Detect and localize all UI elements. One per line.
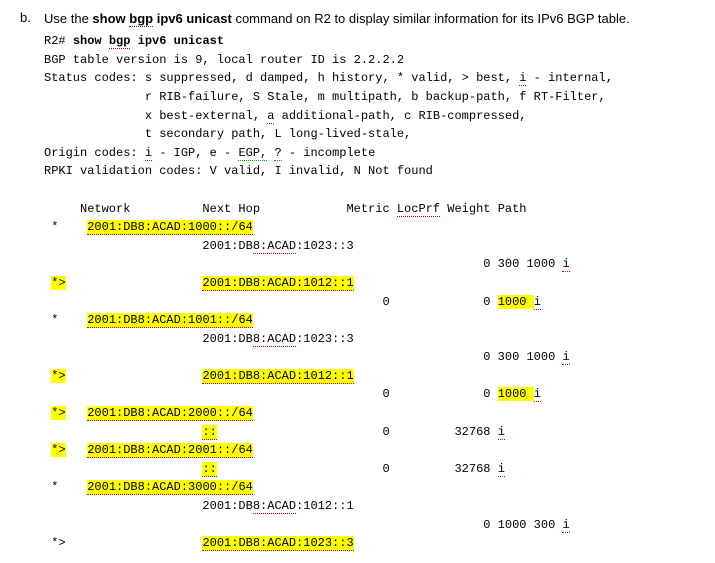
out-line: Status codes: s suppressed, d damped, h …	[44, 71, 519, 85]
lead-p2: command on R2 to display similar informa…	[232, 11, 630, 26]
r: 2001:DB	[44, 499, 253, 513]
r: :1023::3	[296, 332, 354, 346]
r: *	[44, 313, 87, 327]
r: :1023::3	[296, 239, 354, 253]
r: i	[562, 518, 569, 533]
nh: ::	[202, 462, 216, 477]
r: i	[534, 387, 541, 402]
r	[66, 276, 203, 290]
sq-egp: EGP,	[238, 146, 267, 161]
r	[66, 369, 203, 383]
r: 0 1000 300	[44, 518, 562, 532]
cli-output: R2# show bgp ipv6 unicast BGP table vers…	[44, 32, 695, 553]
out-line: - incomplete	[282, 146, 376, 160]
prompt: R2#	[44, 34, 73, 48]
r	[44, 462, 202, 476]
typed-cmd: show bgp ipv6 unicast	[73, 34, 224, 49]
r: *>	[44, 536, 202, 550]
net: 2001:DB8:ACAD:3000::/64	[87, 480, 253, 495]
r: 0 32768	[217, 425, 498, 439]
out-line: x best-external,	[44, 109, 267, 123]
sq-qm: ?	[274, 146, 281, 161]
out-line: Origin codes:	[44, 146, 145, 160]
r: i	[562, 350, 569, 365]
out-line: BGP table version is 9, local router ID …	[44, 53, 404, 67]
cmd-show: show	[92, 11, 129, 26]
net: 2001:DB8:ACAD:1001::/64	[87, 313, 253, 328]
hdr-locprf: LocPrf	[397, 202, 440, 217]
r: *	[44, 480, 87, 494]
out-line: - internal,	[526, 71, 612, 85]
nh: ::	[202, 425, 216, 440]
net: 2001:DB8:ACAD:2000::/64	[87, 406, 253, 421]
hdr: Weight Path	[440, 202, 526, 216]
path: 1000	[498, 295, 534, 309]
sq-i2: i	[145, 146, 152, 161]
r: :1012::1	[296, 499, 354, 513]
net: 2001:DB8:ACAD:2001::/64	[87, 443, 253, 458]
r: 8:ACAD	[253, 499, 296, 514]
r	[66, 406, 88, 420]
r	[44, 425, 202, 439]
kw-rest: ipv6 unicast	[130, 34, 224, 48]
kw-show: show	[73, 34, 109, 48]
lead-p1: Use the	[44, 11, 92, 26]
out-line: RPKI validation codes: V valid, I invali…	[44, 164, 433, 178]
out-line: r RIB-failure, S Stale, m multipath, b b…	[44, 90, 606, 104]
step-bullet: b.	[20, 10, 44, 25]
best: *>	[51, 276, 65, 290]
r: i	[498, 425, 505, 440]
cmd-bgp: bgp	[129, 11, 153, 27]
r: 8:ACAD	[253, 332, 296, 347]
best: *>	[51, 406, 65, 420]
nh: 2001:DB8:ACAD:1023::3	[202, 536, 353, 551]
r: 2001:DB	[44, 239, 253, 253]
step-text: Use the show bgp ipv6 unicast command on…	[44, 10, 630, 28]
out-line: t secondary path, L long-lived-stale,	[44, 127, 411, 141]
out-line: additional-path, c RIB-compressed,	[274, 109, 526, 123]
net: 2001:DB8:ACAD:1000::/64	[87, 220, 253, 235]
best: *>	[51, 443, 65, 457]
r: 0 300 1000	[44, 257, 562, 271]
r	[66, 443, 88, 457]
out-line: - IGP, e -	[152, 146, 238, 160]
r: *	[44, 220, 87, 234]
step-row: b. Use the show bgp ipv6 unicast command…	[20, 10, 695, 28]
r: i	[534, 295, 541, 310]
r: i	[498, 462, 505, 477]
r: 0 300 1000	[44, 350, 562, 364]
r: 2001:DB	[44, 332, 253, 346]
nh: 2001:DB8:ACAD:1012::1	[202, 369, 353, 384]
nh: 2001:DB8:ACAD:1012::1	[202, 276, 353, 291]
hdr: Network Next Hop Metric	[44, 202, 397, 216]
cmd-rest: ipv6 unicast	[153, 11, 232, 26]
r: 0 32768	[217, 462, 498, 476]
r: 8:ACAD	[253, 239, 296, 254]
kw-bgp: bgp	[109, 34, 131, 49]
r: 0 0	[44, 387, 498, 401]
path: 1000	[498, 387, 534, 401]
r: i	[562, 257, 569, 272]
cmd-word: show bgp ipv6 unicast	[92, 11, 231, 27]
best: *>	[51, 369, 65, 383]
r: 0 0	[44, 295, 498, 309]
